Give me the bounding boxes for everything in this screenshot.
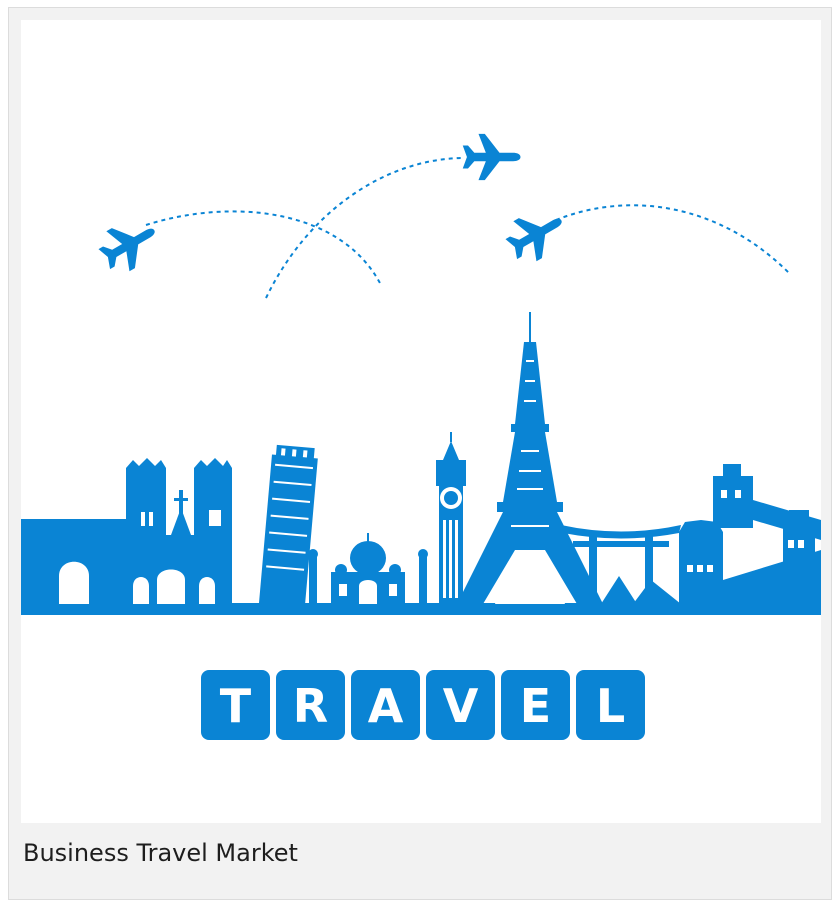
- letter-v: V: [443, 679, 479, 733]
- airplane-icon: [98, 228, 155, 272]
- letter-a: A: [368, 679, 404, 733]
- letter-l: L: [596, 679, 625, 733]
- letter-e: E: [520, 679, 551, 733]
- flight-paths: [145, 157, 790, 299]
- notre-dame-icon: [126, 458, 232, 604]
- travel-illustration[interactable]: T R A V E L: [21, 20, 821, 823]
- eiffel-tower-icon: [457, 312, 603, 604]
- arc-de-triomphe-icon: [21, 519, 129, 604]
- letter-r: R: [293, 679, 328, 733]
- ground-line: [21, 603, 821, 615]
- image-card[interactable]: T R A V E L Business Travel Market: [8, 7, 832, 900]
- airplane-icon: [505, 218, 562, 262]
- big-ben-icon: [436, 432, 466, 604]
- card-caption[interactable]: Business Travel Market: [23, 828, 298, 878]
- travel-wordmark: [201, 670, 645, 740]
- taj-mahal-icon: [308, 533, 428, 604]
- letter-t: T: [220, 679, 252, 733]
- airplane-icon: [462, 133, 521, 181]
- great-wall-icon: [679, 464, 821, 604]
